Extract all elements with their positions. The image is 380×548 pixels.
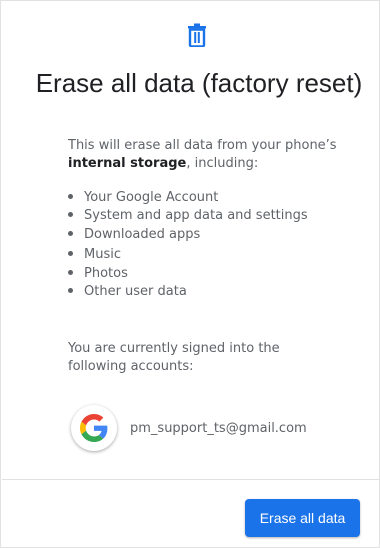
footer-divider xyxy=(2,479,379,480)
bullet-icon xyxy=(68,194,73,199)
list-item-label: Photos xyxy=(84,265,128,281)
factory-reset-screen: Erase all data (factory reset) This will… xyxy=(0,0,380,548)
trash-icon xyxy=(186,23,208,48)
list-item-label: Other user data xyxy=(84,283,187,299)
accounts-heading: You are currently signed into the follow… xyxy=(68,341,280,374)
intro-text: This will erase all data from your phone… xyxy=(68,137,358,173)
bullet-icon xyxy=(68,251,73,257)
list-item: Photos xyxy=(68,265,308,283)
list-item: System and app data and settings xyxy=(68,207,308,225)
list-item: Your Google Account xyxy=(68,189,308,207)
list-item-label: Your Google Account xyxy=(84,190,219,205)
list-item-label: System and app data and settings xyxy=(84,208,308,224)
intro-text-start: This will erase all data from your phone… xyxy=(68,138,337,153)
erase-all-data-button[interactable]: Erase all data xyxy=(245,499,360,537)
list-item-label: Music xyxy=(84,247,121,263)
list-item: Downloaded apps xyxy=(68,226,308,244)
list-item-label: Downloaded apps xyxy=(84,226,201,242)
bullet-icon xyxy=(68,230,73,236)
bullet-icon xyxy=(68,287,73,293)
google-logo-icon xyxy=(71,405,117,451)
erase-items-list: Your Google Account System and app data … xyxy=(68,189,308,301)
account-email: pm_support_ts@gmail.com xyxy=(130,421,307,436)
list-item: Music xyxy=(68,246,308,264)
page-title: Erase all data (factory reset) xyxy=(35,68,363,98)
bullet-icon xyxy=(68,269,73,275)
intro-text-end: , including: xyxy=(186,156,259,171)
bullet-icon xyxy=(68,212,73,218)
list-item: Other user data xyxy=(68,283,308,301)
intro-bold-storage: internal storage xyxy=(68,156,187,171)
